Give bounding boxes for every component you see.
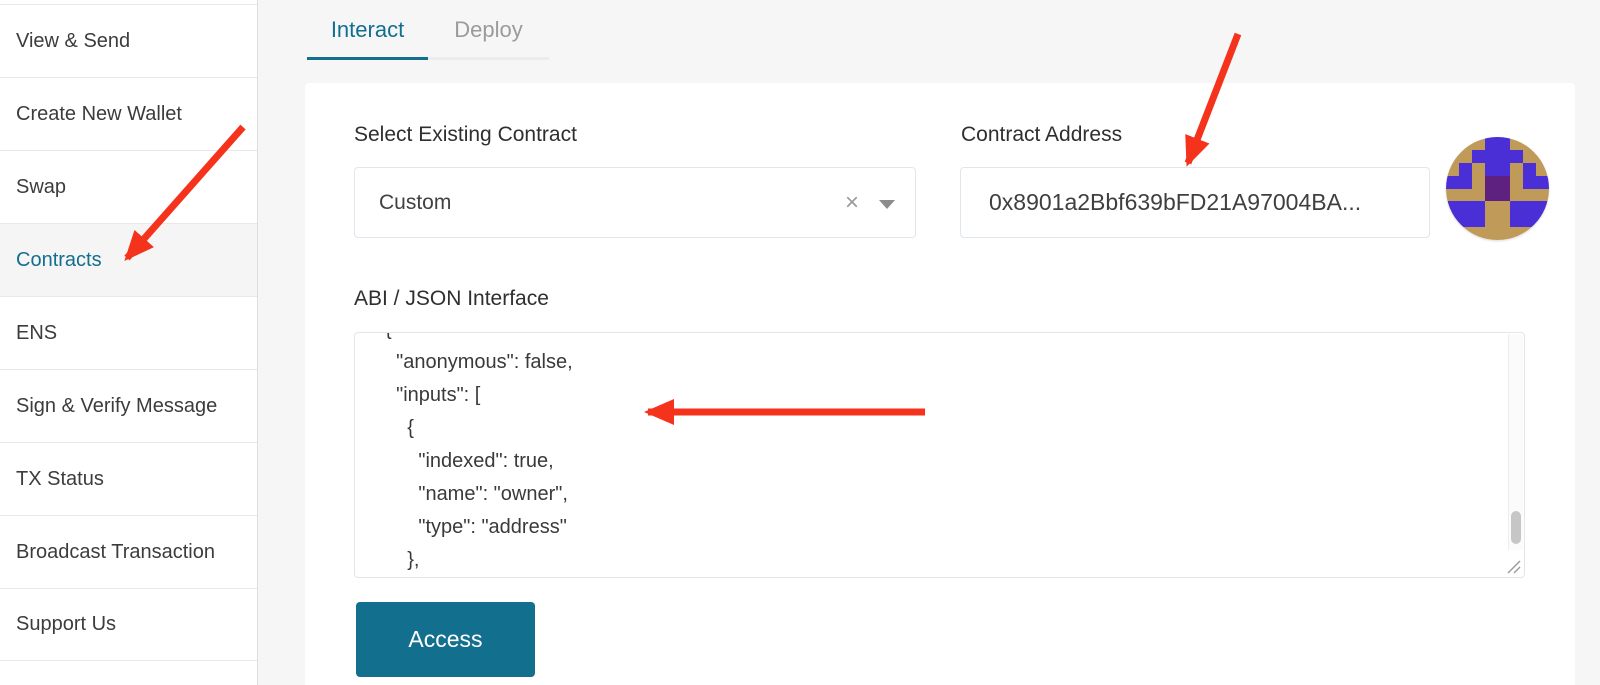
sidebar-item-view-send[interactable]: View & Send (0, 4, 257, 77)
abi-json-interface-label: ABI / JSON Interface (354, 287, 549, 311)
sidebar-item-support-us[interactable]: Support Us (0, 588, 257, 661)
sidebar-item-contracts[interactable]: Contracts (0, 223, 257, 296)
caret-down-icon[interactable] (879, 200, 895, 209)
resize-handle-icon[interactable] (1504, 557, 1522, 575)
sidebar-item-broadcast-transaction[interactable]: Broadcast Transaction (0, 515, 257, 588)
sidebar-item-swap[interactable]: Swap (0, 150, 257, 223)
existing-contract-select[interactable]: Custom × (354, 167, 916, 238)
access-button[interactable]: Access (356, 602, 535, 677)
contract-address-input[interactable] (960, 167, 1430, 238)
select-existing-contract-label: Select Existing Contract (354, 123, 577, 147)
address-identicon (1446, 137, 1549, 240)
abi-json-textarea[interactable]: { "anonymous": false, "inputs": [ { "ind… (354, 332, 1525, 578)
contracts-page: View & Send Create New Wallet Swap Contr… (0, 0, 1600, 685)
sidebar-nav: View & Send Create New Wallet Swap Contr… (0, 4, 257, 661)
sidebar-item-ens[interactable]: ENS (0, 296, 257, 369)
scrollbar-thumb[interactable] (1511, 511, 1521, 544)
selected-contract-value: Custom (379, 191, 451, 215)
textarea-scrollbar[interactable] (1508, 334, 1523, 550)
tab-interact[interactable]: Interact (307, 0, 428, 60)
clear-selection-icon[interactable]: × (841, 191, 863, 215)
sidebar-item-tx-status[interactable]: TX Status (0, 442, 257, 515)
sidebar-item-create-new-wallet[interactable]: Create New Wallet (0, 77, 257, 150)
abi-json-content: { "anonymous": false, "inputs": [ { "ind… (355, 332, 1524, 577)
interact-panel: Select Existing Contract Custom × Contra… (305, 83, 1575, 685)
sidebar: View & Send Create New Wallet Swap Contr… (0, 0, 258, 685)
contract-tabs: Interact Deploy (307, 0, 549, 60)
sidebar-item-sign-verify-message[interactable]: Sign & Verify Message (0, 369, 257, 442)
contract-address-label: Contract Address (961, 123, 1122, 147)
tab-deploy[interactable]: Deploy (428, 0, 549, 60)
